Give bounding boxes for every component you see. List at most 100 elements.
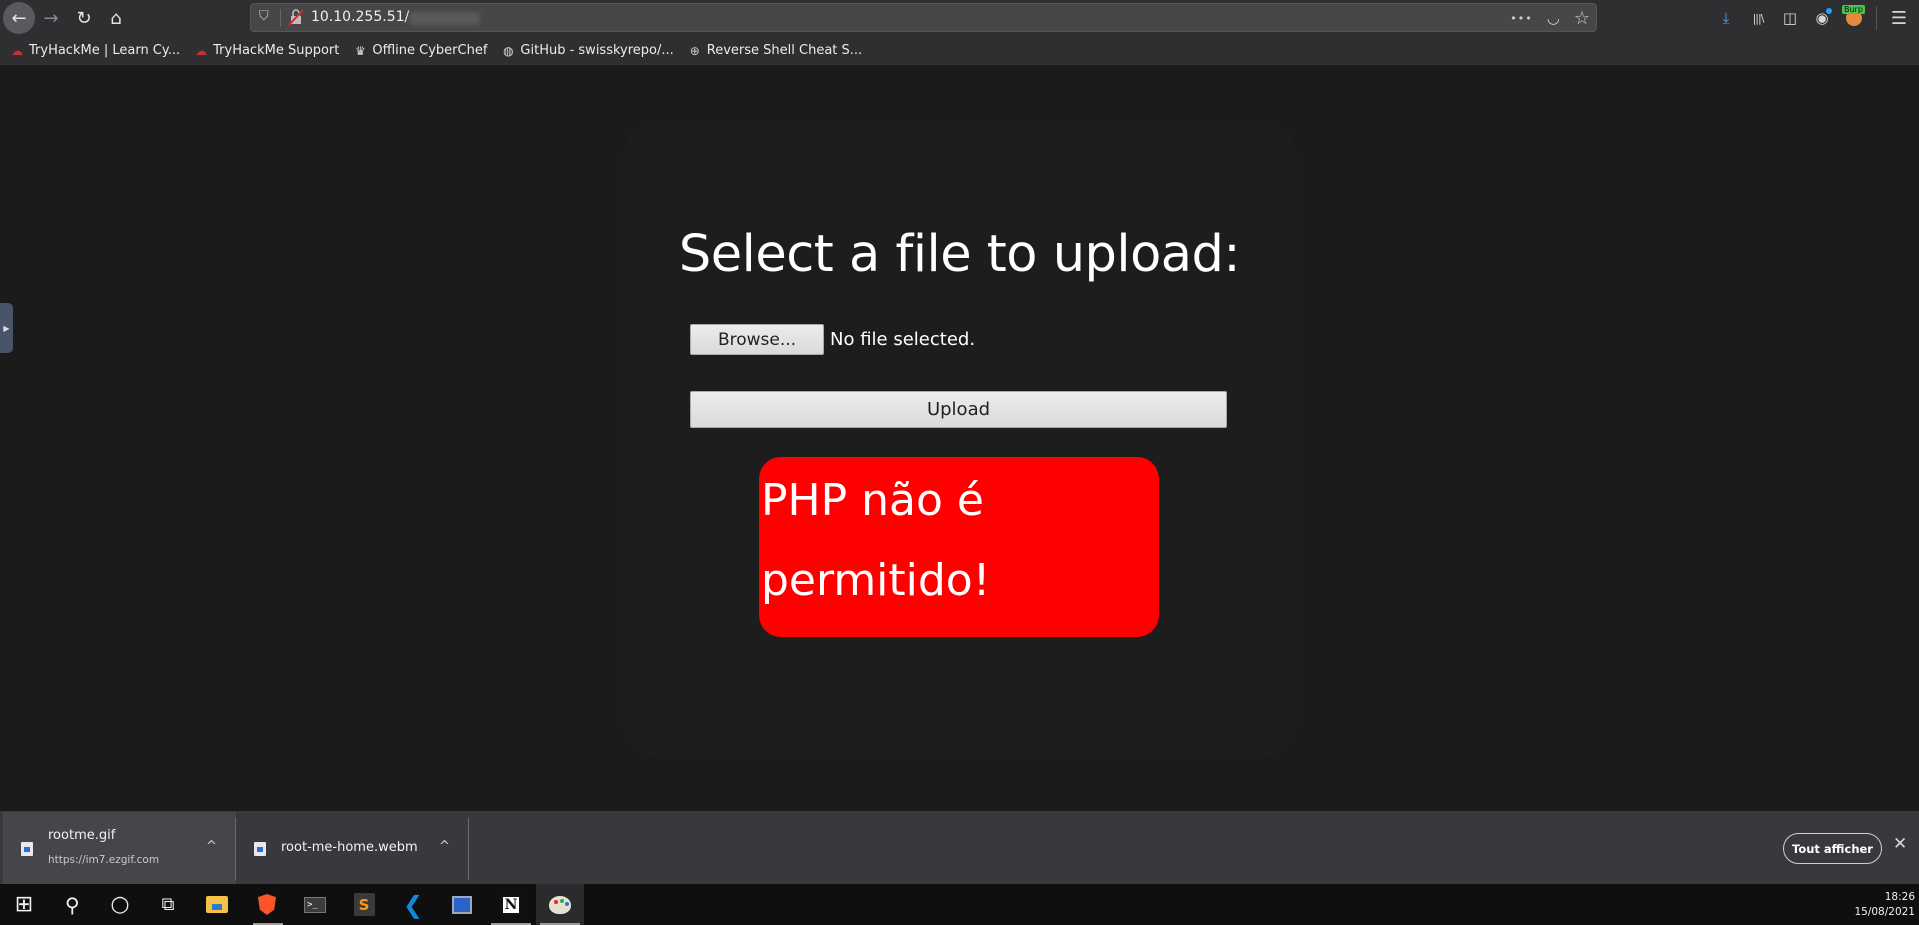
- library-icon: |||\: [1752, 11, 1765, 25]
- page-content: Select a file to upload: Browse... No fi…: [0, 67, 1919, 811]
- play-arrow-icon: ▶: [3, 323, 10, 333]
- sidebar-icon: ◫: [1782, 9, 1798, 27]
- bookmarks-bar: ☁ TryHackMe | Learn Cy... ☁ TryHackMe Supp…: [0, 36, 1919, 66]
- taskbar-app-terminal[interactable]: >_: [291, 884, 339, 925]
- bookmark-item[interactable]: ☁ TryHackMe Support: [194, 43, 339, 58]
- reload-icon: ↻: [76, 7, 92, 29]
- error-message: PHP não é permitido!: [759, 457, 1159, 637]
- paint-icon: [549, 895, 571, 914]
- chef-hat-icon: ♛: [354, 43, 366, 58]
- system-clock[interactable]: 18:26 15/08/2021: [1854, 890, 1915, 920]
- cortana-button[interactable]: ○: [96, 884, 144, 925]
- burp-badge: Burp: [1842, 5, 1865, 14]
- download-divider: [235, 818, 236, 880]
- bookmark-item[interactable]: ◍ GitHub - swisskyrepo/...: [501, 43, 674, 58]
- upload-button[interactable]: Upload: [690, 391, 1227, 428]
- bookmark-label: TryHackMe | Learn Cy...: [29, 43, 181, 58]
- taskbar-app-file-explorer[interactable]: [193, 884, 241, 925]
- browse-button[interactable]: Browse...: [690, 324, 824, 355]
- task-view-button[interactable]: ⧉: [144, 884, 192, 925]
- search-button[interactable]: ⚲: [48, 884, 96, 925]
- library-button[interactable]: |||\: [1742, 2, 1774, 34]
- bookmark-label: TryHackMe Support: [213, 43, 340, 58]
- bookmark-label: Reverse Shell Cheat S...: [706, 43, 863, 58]
- bookmark-item[interactable]: ☁ TryHackMe | Learn Cy...: [10, 43, 180, 58]
- globe-icon: ⊕: [689, 43, 700, 58]
- vscode-icon: ❮: [402, 890, 424, 919]
- url-path-redacted: [410, 12, 480, 25]
- taskbar-app-remote-desktop[interactable]: [438, 884, 486, 925]
- home-button[interactable]: ⌂: [100, 2, 132, 34]
- clock-time: 18:26: [1884, 891, 1915, 903]
- show-all-downloads-button[interactable]: Tout afficher: [1783, 833, 1882, 864]
- download-item[interactable]: rootme.gif https://im7.ezgif.com ^: [3, 812, 236, 885]
- bookmark-label: Offline CyberChef: [372, 43, 488, 58]
- tracking-shield-icon[interactable]: ⛉: [259, 9, 273, 25]
- download-filename: root-me-home.webm: [281, 840, 418, 855]
- downloads-button[interactable]: ⤓: [1710, 2, 1742, 34]
- downloads-bar: rootme.gif https://im7.ezgif.com ^ root-…: [0, 811, 1919, 885]
- forward-icon: →: [43, 7, 59, 29]
- download-source: https://im7.ezgif.com: [48, 854, 160, 866]
- start-button[interactable]: ⊞: [0, 884, 48, 925]
- download-item[interactable]: root-me-home.webm ^: [237, 812, 467, 885]
- file-explorer-icon: [206, 896, 228, 913]
- github-icon: ◍: [503, 43, 514, 58]
- bookmark-star-icon[interactable]: ☆: [1574, 8, 1590, 29]
- toolbar-divider: [1876, 6, 1877, 30]
- page-actions-icon[interactable]: •••: [1510, 12, 1532, 25]
- url-text[interactable]: 10.10.255.51/: [311, 9, 409, 25]
- url-divider: [280, 9, 281, 27]
- url-actions: ••• ◡ ☆: [1510, 6, 1590, 30]
- video-file-icon: [254, 842, 266, 856]
- search-icon: ⚲: [64, 892, 80, 917]
- account-button[interactable]: ◉: [1806, 2, 1838, 34]
- bookmark-item[interactable]: ⊕ Reverse Shell Cheat S...: [688, 43, 862, 58]
- cloud-icon: ☁: [195, 43, 208, 58]
- menu-icon: ☰: [1890, 7, 1908, 29]
- back-button[interactable]: ←: [3, 2, 35, 34]
- taskbar-app-vscode[interactable]: ❮: [389, 884, 437, 925]
- remote-desktop-icon: [452, 895, 472, 914]
- terminal-icon: >_: [304, 896, 326, 913]
- taskbar-app-brave[interactable]: [243, 884, 291, 925]
- back-icon: ←: [11, 7, 27, 29]
- taskbar-app-notion[interactable]: N: [487, 884, 535, 925]
- file-status: No file selected.: [830, 329, 976, 350]
- notification-dot: [1826, 8, 1832, 14]
- reload-button[interactable]: ↻: [68, 2, 100, 34]
- browser-toolbar: ← → ↻ ⌂ ⛉ 10.10.255.51/ ••• ◡ ☆ ⤓ |||\ ◫…: [0, 0, 1919, 36]
- close-icon[interactable]: ✕: [1893, 834, 1907, 854]
- upload-card: [623, 120, 1297, 758]
- cloud-icon: ☁: [11, 43, 23, 58]
- taskbar-app-sublime[interactable]: S: [340, 884, 388, 925]
- task-view-icon: ⧉: [161, 894, 175, 915]
- pocket-icon[interactable]: ◡: [1547, 9, 1560, 27]
- clock-date: 15/08/2021: [1854, 906, 1915, 918]
- insecure-lock-icon[interactable]: [288, 8, 304, 26]
- download-filename: rootme.gif: [48, 828, 116, 843]
- download-divider: [468, 818, 469, 880]
- bookmark-item[interactable]: ♛ Offline CyberChef: [353, 43, 487, 58]
- sidebar-toggle-handle[interactable]: ▶: [0, 303, 13, 353]
- page-title: Select a file to upload:: [678, 225, 1241, 284]
- notion-icon: N: [501, 894, 521, 915]
- downloads-icon: ⤓: [1722, 9, 1730, 27]
- chevron-up-icon[interactable]: ^: [439, 839, 450, 854]
- file-input[interactable]: Browse... No file selected.: [690, 324, 975, 355]
- chevron-up-icon[interactable]: ^: [206, 839, 217, 854]
- home-icon: ⌂: [110, 7, 122, 29]
- bookmark-label: GitHub - swisskyrepo/...: [520, 43, 674, 58]
- url-bar[interactable]: ⛉ 10.10.255.51/ ••• ◡ ☆: [250, 3, 1597, 32]
- burp-extension-button[interactable]: Burp: [1838, 2, 1870, 34]
- menu-button[interactable]: ☰: [1883, 2, 1915, 34]
- forward-button[interactable]: →: [35, 2, 67, 34]
- taskbar: ⊞ ⚲ ○ ⧉ >_ S ❮ N 18:26 15/08/2021: [0, 884, 1919, 925]
- sublime-text-icon: S: [353, 893, 375, 916]
- sidebar-button[interactable]: ◫: [1774, 2, 1806, 34]
- toolbar-right: ⤓ |||\ ◫ ◉ Burp ☰: [1710, 2, 1919, 34]
- taskbar-app-paint[interactable]: [536, 884, 584, 925]
- cortana-icon: ○: [110, 892, 130, 917]
- image-file-icon: [21, 842, 33, 856]
- brave-icon: [258, 894, 276, 915]
